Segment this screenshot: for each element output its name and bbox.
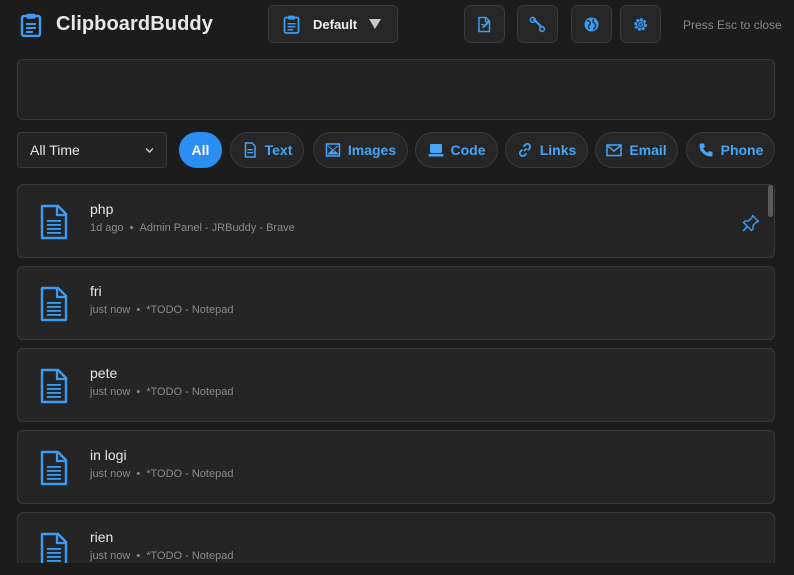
item-time: just now: [90, 304, 131, 316]
item-text: pete: [90, 365, 118, 381]
scrollbar-thumb[interactable]: [768, 185, 773, 217]
list-item[interactable]: in logi just now • *TODO - Notepad: [17, 430, 775, 504]
filter-chip-phone[interactable]: Phone: [686, 132, 775, 168]
filter-chip-all[interactable]: All: [179, 132, 222, 168]
caret-down-icon: [369, 19, 381, 29]
filter-chip-label: All: [191, 142, 210, 158]
search-input[interactable]: [18, 60, 774, 119]
header: ClipboardBuddy Default Press Esc to clos…: [0, 0, 794, 50]
item-text: php: [90, 201, 114, 217]
clipboard-history-list: php 1d ago • Admin Panel - JRBuddy - Brave…: [0, 184, 794, 575]
item-meta: just now • *TODO - Notepad: [90, 304, 234, 316]
monitor-icon: [428, 144, 443, 157]
filter-chip-images[interactable]: Images: [313, 132, 408, 168]
item-source: *TODO - Notepad: [146, 468, 234, 480]
document-icon: [40, 204, 68, 240]
item-text: rien: [90, 529, 114, 545]
time-range-select[interactable]: All Time: [17, 132, 167, 168]
pin-icon[interactable]: [742, 214, 760, 232]
app-title: ClipboardBuddy: [56, 13, 213, 35]
item-text: in logi: [90, 447, 127, 463]
document-icon: [244, 142, 256, 158]
filter-chip-email[interactable]: Email: [595, 132, 678, 168]
phone-icon: [699, 143, 713, 157]
list-item[interactable]: pete just now • *TODO - Notepad: [17, 348, 775, 422]
filter-chip-label: Phone: [720, 142, 764, 158]
search-box[interactable]: [17, 59, 775, 120]
esc-hint: Press Esc to close: [683, 18, 782, 32]
wrench-icon: [529, 16, 546, 32]
settings-button[interactable]: [620, 5, 661, 43]
item-meta: just now • *TODO - Notepad: [90, 386, 234, 398]
item-time: 1d ago: [90, 222, 124, 234]
link-icon: [518, 142, 531, 158]
item-source: *TODO - Notepad: [146, 550, 234, 562]
item-source: *TODO - Notepad: [146, 386, 234, 398]
filter-chip-label: Images: [347, 142, 397, 158]
document-icon: [40, 286, 68, 322]
gear-icon: [634, 17, 647, 31]
item-meta: just now • *TODO - Notepad: [90, 550, 234, 562]
filter-chip-code[interactable]: Code: [415, 132, 498, 168]
sync-button[interactable]: [571, 5, 612, 43]
clipboard-icon: [283, 15, 300, 34]
item-source: Admin Panel - JRBuddy - Brave: [139, 222, 295, 234]
image-icon: [325, 143, 341, 157]
item-source: *TODO - Notepad: [146, 304, 234, 316]
document-icon: [40, 368, 68, 404]
profile-dropdown[interactable]: Default: [268, 5, 398, 43]
item-time: just now: [90, 468, 131, 480]
item-text: fri: [90, 283, 102, 299]
list-item[interactable]: php 1d ago • Admin Panel - JRBuddy - Brave: [17, 184, 775, 258]
time-range-value: All Time: [30, 142, 80, 158]
bottom-edge: [0, 563, 794, 575]
document-icon: [40, 450, 68, 486]
clipboard-logo-icon: [20, 13, 42, 37]
filter-chip-label: Code: [450, 142, 486, 158]
tools-button[interactable]: [517, 5, 558, 43]
list-item[interactable]: fri just now • *TODO - Notepad: [17, 266, 775, 340]
item-time: just now: [90, 386, 131, 398]
filter-chip-links[interactable]: Links: [505, 132, 588, 168]
filter-chip-label: Email: [629, 142, 667, 158]
edit-button[interactable]: [464, 5, 505, 43]
clipboard-app: ClipboardBuddy Default Press Esc to clos…: [0, 0, 794, 575]
item-meta: 1d ago • Admin Panel - JRBuddy - Brave: [90, 222, 295, 234]
filter-chip-label: Links: [539, 142, 577, 158]
filter-chip-text[interactable]: Text: [230, 132, 304, 168]
filter-chip-label: Text: [264, 142, 293, 158]
item-time: just now: [90, 550, 131, 562]
edit-note-icon: [478, 16, 491, 32]
globe-icon: [584, 17, 599, 31]
chevron-down-icon: [145, 148, 154, 153]
profile-label: Default: [313, 16, 358, 32]
envelope-icon: [606, 144, 623, 157]
item-meta: just now • *TODO - Notepad: [90, 468, 234, 480]
